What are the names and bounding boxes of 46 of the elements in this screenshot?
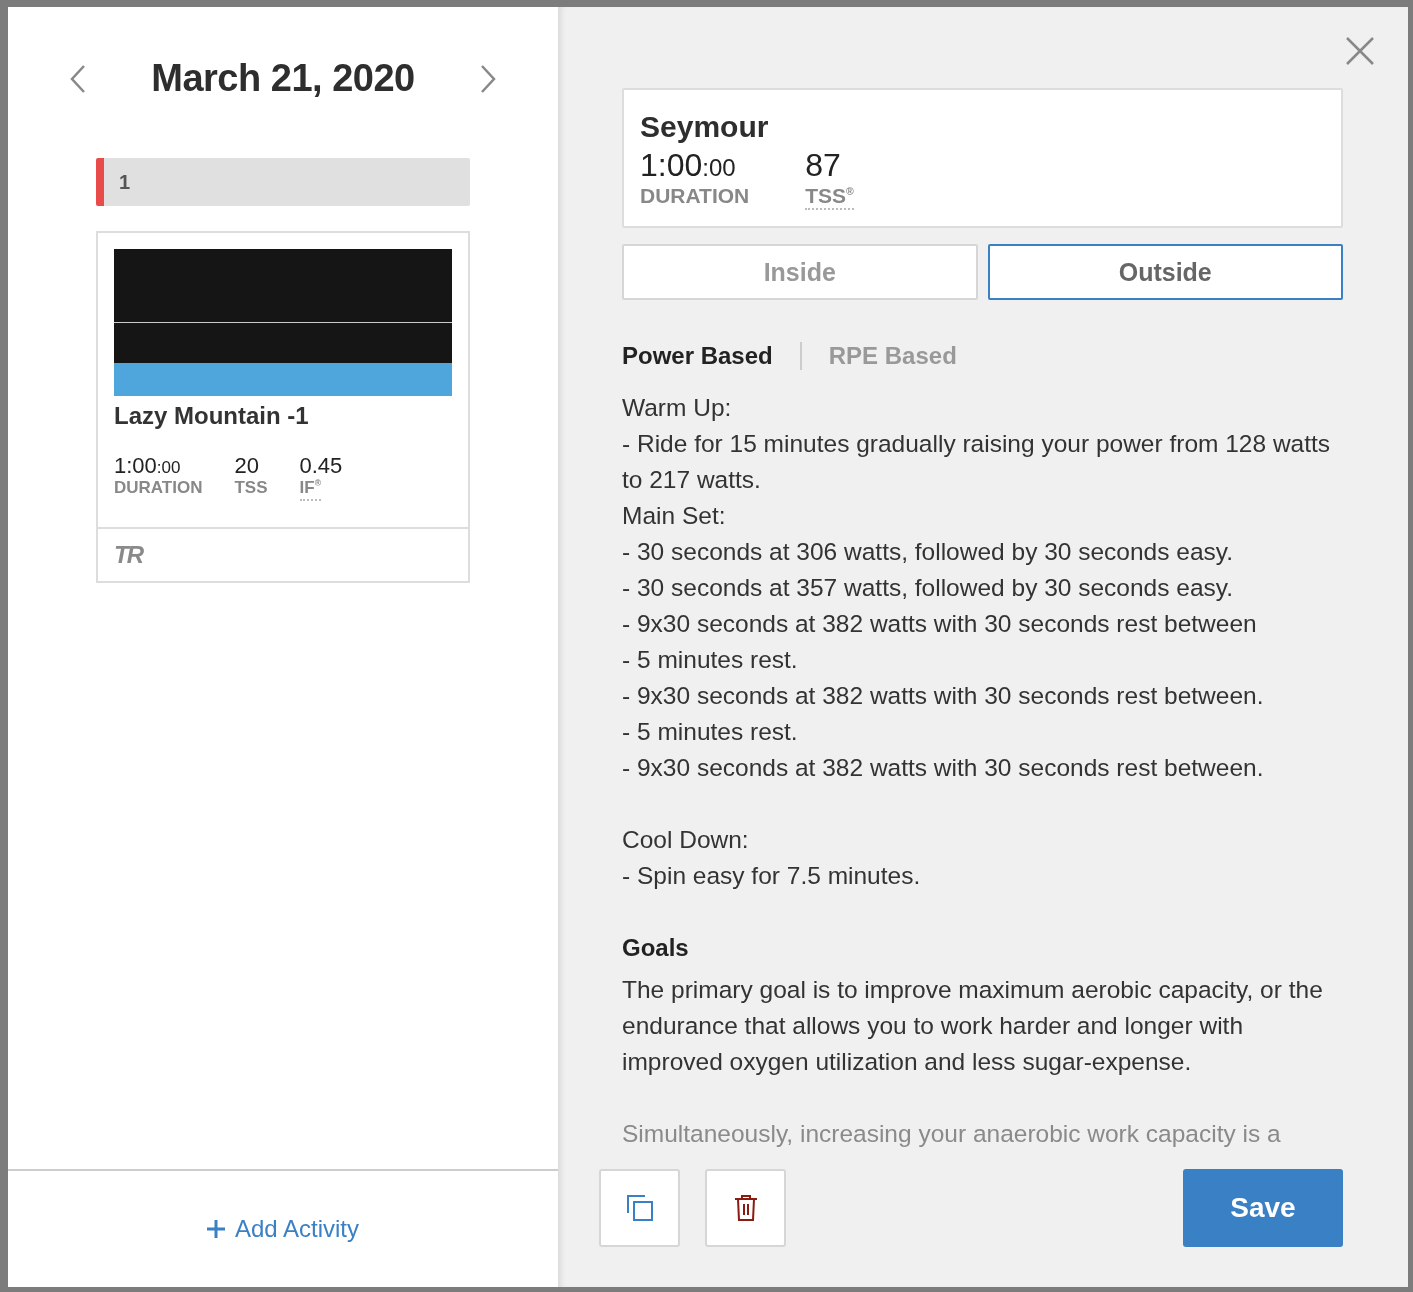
instruction-line: - 9x30 seconds at 382 watts with 30 seconds rest between. — [622, 753, 1265, 784]
close-icon — [1346, 37, 1374, 65]
instruction-line: - 9x30 seconds at 382 watts with 30 seconds rest between — [622, 609, 1258, 640]
delete-button[interactable] — [705, 1169, 786, 1247]
instruction-line: - Ride for 15 minutes gradually raising your power from 128 watts to 217 watts. — [622, 429, 1332, 496]
instruction-line: - 30 seconds at 306 watts, followed by 30 seconds easy. — [622, 537, 1235, 568]
instruction-tab[interactable]: RPE Based — [828, 342, 957, 371]
workout-name: Seymour — [640, 110, 770, 144]
workout-name: Lazy Mountain -1 — [114, 402, 310, 430]
goals-heading: Goals — [622, 934, 690, 963]
chevron-right-icon — [479, 63, 497, 94]
stat-label: TSS — [234, 478, 268, 500]
instruction-line: - Spin easy for 7.5 minutes. — [622, 861, 922, 892]
trash-icon — [733, 1194, 758, 1222]
copy-icon — [625, 1194, 654, 1222]
tr-logo: TR — [114, 540, 142, 569]
add-activity-button[interactable]: Add Activity — [200, 1214, 366, 1244]
location-toggle-button[interactable]: Outside — [987, 244, 1343, 301]
goals-paragraph: The primary goal is to improve maximum aerobic capacity, or the endurance that allows you to work harder and longer with improved oxygen utilization and less sugar-expense. — [622, 975, 1324, 1078]
note-text: 1 — [119, 170, 131, 194]
stat-label[interactable]: TSS$^{®}$ — [805, 183, 854, 211]
chevron-left-icon — [69, 63, 87, 94]
instruction-line: Cool Down: — [622, 825, 750, 856]
workout-card[interactable]: Lazy Mountain -1 1:00:00 DURATION 20 TSS 0.45 IF$^{®}$ TR — [96, 231, 470, 583]
instruction-line: Warm Up: — [622, 393, 733, 424]
instruction-line: - 9x30 seconds at 382 watts with 30 seconds rest between. — [622, 681, 1265, 712]
plus-icon — [206, 1220, 225, 1238]
copy-button[interactable] — [599, 1169, 680, 1247]
instruction-line: - 5 minutes rest. — [622, 645, 799, 676]
goals-paragraph: Simultaneously, increasing your anaerobic work capacity is a — [622, 1119, 1282, 1150]
location-toggle-button[interactable]: Inside — [622, 244, 978, 301]
stat-value: 87 — [805, 148, 841, 184]
instruction-line: - 30 seconds at 357 watts, followed by 30 seconds easy. — [622, 573, 1235, 604]
stat-value: 1:00:00 — [114, 454, 181, 479]
instruction-tab[interactable]: Power Based — [622, 342, 773, 371]
stat-label[interactable]: IF$^{®}$ — [299, 478, 321, 501]
instruction-line: - 5 minutes rest. — [622, 717, 799, 748]
stat-value: 1:00:00 — [640, 148, 736, 184]
stat-value: 0.45 — [299, 454, 343, 479]
instruction-line: Main Set: — [622, 501, 727, 532]
stat-value: 20 — [234, 454, 259, 479]
stat-label: DURATION — [640, 183, 750, 210]
day-note[interactable]: 1 — [96, 158, 470, 206]
date-title: March 21, 2020 — [151, 57, 415, 100]
stat-label: DURATION — [114, 478, 203, 500]
save-button[interactable]: Save — [1183, 1169, 1343, 1247]
